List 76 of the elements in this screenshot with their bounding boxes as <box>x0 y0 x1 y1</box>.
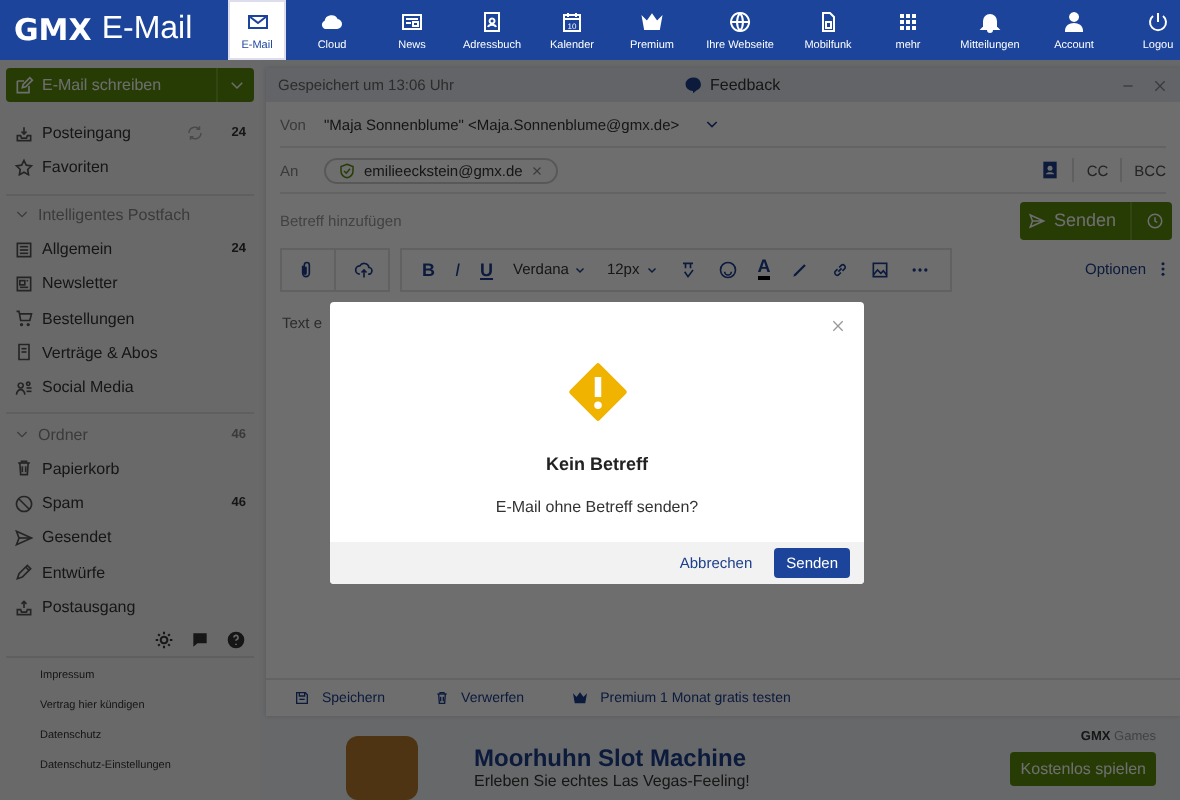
dialog-title: Kein Betreff <box>545 454 648 474</box>
chevron-down-icon[interactable] <box>703 116 720 132</box>
chevron-down-icon <box>645 263 658 275</box>
play-button[interactable]: Kostenlos spielen <box>1010 752 1156 786</box>
remove-icon[interactable] <box>530 163 545 177</box>
link-icon[interactable] <box>830 259 851 279</box>
send-icon <box>14 527 34 548</box>
newspaper-icon <box>400 9 424 33</box>
compose-button[interactable]: E-Mail schreiben <box>6 68 254 102</box>
ad-title[interactable]: Moorhuhn Slot Machine <box>474 743 750 771</box>
pencil-icon <box>14 75 34 95</box>
folder-item[interactable]: Postausgang <box>6 589 254 625</box>
shield-check-icon <box>338 161 356 179</box>
close-icon[interactable] <box>830 318 846 334</box>
cart-icon <box>14 308 34 329</box>
settings-icon[interactable] <box>154 630 174 651</box>
trash-icon <box>433 690 450 706</box>
grid-icon <box>896 9 920 33</box>
list-icon <box>14 239 34 260</box>
chat-icon <box>684 76 702 94</box>
chat-icon[interactable] <box>190 630 210 651</box>
ad-subtitle: Erleben Sie echtes Las Vegas-Feeling! <box>474 771 750 789</box>
send-icon <box>1027 211 1046 229</box>
format-button[interactable]: B <box>422 259 435 279</box>
newsletter-icon <box>14 273 34 294</box>
spellcheck-icon[interactable] <box>677 259 698 279</box>
bell-icon <box>978 9 1002 33</box>
globe-icon <box>728 9 752 33</box>
send-button[interactable]: Senden <box>1019 201 1172 239</box>
text-color-button[interactable]: A <box>757 258 771 280</box>
dialog-message: E-Mail ohne Betreff senden? <box>495 498 699 516</box>
trash-icon <box>14 458 34 479</box>
save-icon <box>294 690 310 706</box>
people-icon <box>14 377 34 398</box>
inbox-icon <box>14 123 34 144</box>
compose-label[interactable]: E-Mail schreiben <box>42 76 162 94</box>
folder-item[interactable]: Social Media <box>6 370 254 405</box>
kebab-icon[interactable] <box>1160 260 1166 278</box>
feedback-link[interactable]: Feedback <box>684 76 781 94</box>
cloud-icon <box>320 9 344 33</box>
document-icon <box>14 342 34 363</box>
folder-item[interactable]: Gesendet <box>6 520 254 556</box>
image-icon[interactable] <box>870 259 891 279</box>
format-button[interactable]: I <box>455 259 461 279</box>
outbox-icon <box>14 597 34 617</box>
sim-card-icon <box>816 9 840 33</box>
folder-item[interactable]: Entwürfe <box>6 555 254 590</box>
smiley-icon[interactable] <box>717 259 738 279</box>
star-icon <box>14 157 34 178</box>
block-icon <box>14 493 34 514</box>
person-icon <box>1062 9 1086 33</box>
game-artwork-placeholder <box>346 736 418 800</box>
contact-card-icon[interactable] <box>1040 160 1061 180</box>
envelope-icon <box>245 9 269 33</box>
clock-icon <box>1146 211 1164 229</box>
help-icon[interactable] <box>226 630 246 651</box>
folder-item[interactable]: Bestellungen <box>6 300 254 336</box>
folder-item[interactable]: Favoriten <box>6 150 254 186</box>
pencil-icon <box>14 562 34 583</box>
crown-icon <box>572 690 589 706</box>
folder-item[interactable]: Verträge & Abos <box>6 335 254 371</box>
logo-product[interactable]: E-Mail <box>101 12 193 48</box>
format-button[interactable]: U <box>480 259 494 279</box>
folder-item[interactable]: Papierkorb <box>6 451 254 486</box>
contact-card-icon <box>480 9 504 33</box>
crown-icon <box>640 9 664 33</box>
highlighter-icon[interactable] <box>790 259 811 279</box>
cloud-upload-icon[interactable] <box>354 259 374 279</box>
warning-icon <box>567 362 627 422</box>
paperclip-icon[interactable] <box>296 259 316 279</box>
close-icon[interactable] <box>1152 77 1168 93</box>
power-icon <box>1146 9 1170 33</box>
folder-item[interactable]: Newsletter <box>6 266 254 301</box>
chevron-down-icon <box>574 263 587 275</box>
chevron-down-icon <box>227 76 245 94</box>
logo-brand[interactable]: GMX <box>14 12 92 48</box>
